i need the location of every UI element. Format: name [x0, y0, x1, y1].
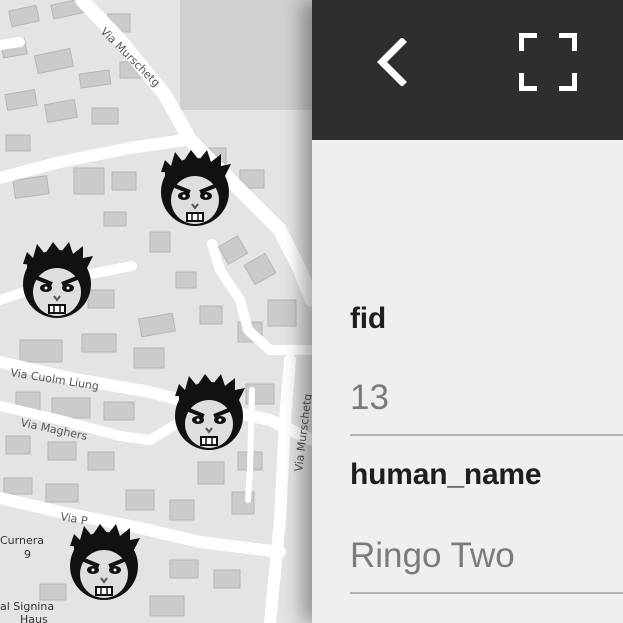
- zombie-marker-1[interactable]: [159, 148, 233, 228]
- place-label-number: 9: [24, 548, 31, 561]
- zombie-face-icon: [159, 148, 233, 228]
- place-labels: Curnera 9 al Signina Haus: [0, 534, 54, 623]
- zombie-face-icon: [21, 240, 95, 320]
- panel-header: [312, 0, 623, 140]
- place-label-signina: al Signina: [0, 600, 54, 613]
- zombie-marker-4[interactable]: [68, 522, 142, 602]
- field-value-fid[interactable]: 13: [350, 378, 389, 418]
- zombie-marker-3[interactable]: [173, 372, 247, 452]
- place-label-curnera: Curnera: [0, 534, 44, 547]
- feature-info-panel: fid 13 human_name Ringo Two: [312, 0, 623, 623]
- forest-area: [180, 0, 320, 110]
- fullscreen-icon: [519, 33, 577, 91]
- field-label-human-name: human_name: [350, 458, 542, 491]
- zombie-face-icon: [173, 372, 247, 452]
- zombie-marker-2[interactable]: [21, 240, 95, 320]
- chevron-left-icon: [377, 38, 407, 86]
- field-label-fid: fid: [350, 302, 387, 335]
- fullscreen-button[interactable]: [516, 30, 580, 94]
- place-label-haus: Haus: [20, 613, 48, 623]
- field-value-human-name[interactable]: Ringo Two: [350, 536, 515, 576]
- field-underline-human-name: [350, 592, 623, 594]
- back-button[interactable]: [368, 34, 414, 90]
- field-underline-fid: [350, 434, 623, 436]
- zombie-face-icon: [68, 522, 142, 602]
